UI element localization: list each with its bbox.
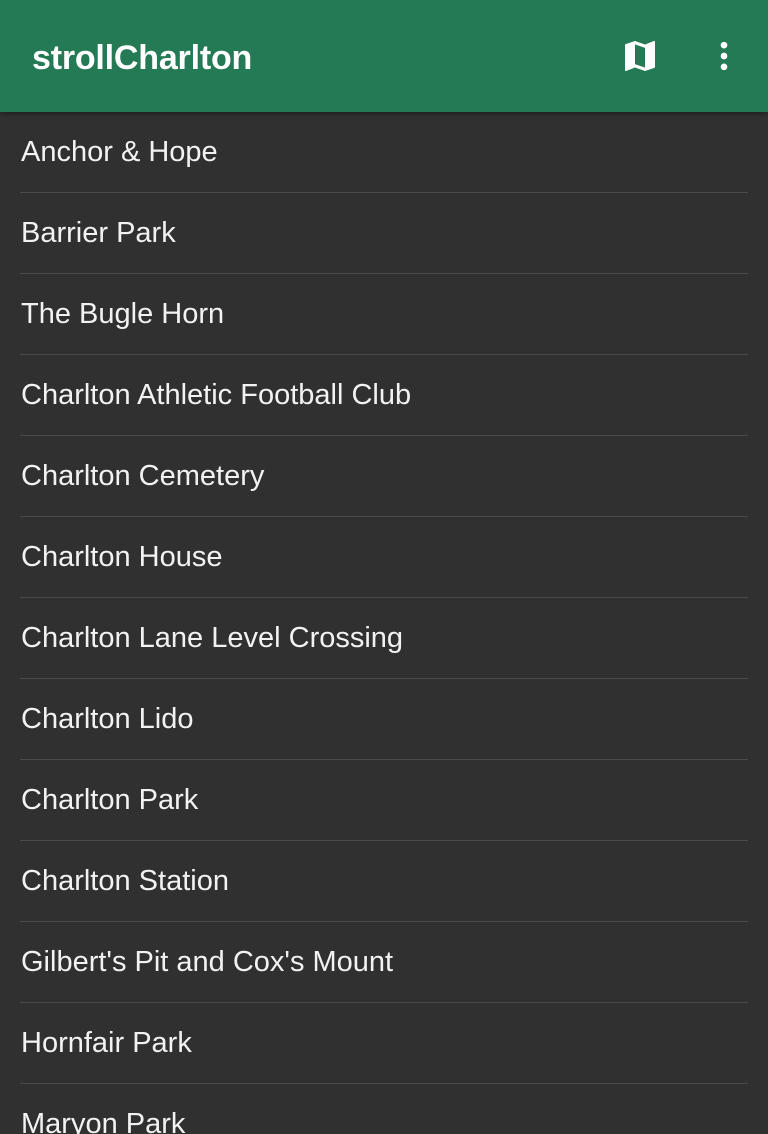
- list-item-label: Charlton Park: [21, 784, 199, 816]
- list-item-label: Anchor & Hope: [21, 136, 218, 168]
- places-list: Anchor & Hope Barrier Park The Bugle Hor…: [0, 112, 768, 1134]
- list-item[interactable]: Hornfair Park: [20, 1003, 748, 1084]
- list-item-label: Maryon Park: [21, 1108, 186, 1134]
- list-item[interactable]: Charlton Cemetery: [20, 436, 748, 517]
- map-icon: [625, 41, 655, 71]
- list-item[interactable]: Charlton Lido: [20, 679, 748, 760]
- list-item[interactable]: Anchor & Hope: [20, 112, 748, 193]
- list-item-label: Charlton Lido: [21, 703, 194, 735]
- list-item-label: Charlton House: [21, 541, 223, 573]
- list-item-label: Barrier Park: [21, 217, 176, 249]
- app-title: strollCharlton: [32, 39, 253, 77]
- more-options-button[interactable]: [696, 28, 752, 84]
- map-button[interactable]: [612, 28, 668, 84]
- list-item[interactable]: Charlton Station: [20, 841, 748, 922]
- app-bar: strollCharlton: [0, 0, 768, 112]
- list-item[interactable]: Maryon Park: [20, 1084, 748, 1134]
- list-item[interactable]: The Bugle Horn: [20, 274, 748, 355]
- list-item[interactable]: Gilbert's Pit and Cox's Mount: [20, 922, 748, 1003]
- list-item-label: Charlton Station: [21, 865, 229, 897]
- list-item-label: The Bugle Horn: [21, 298, 225, 330]
- list-item[interactable]: Charlton Park: [20, 760, 748, 841]
- list-item-label: Charlton Athletic Football Club: [21, 379, 412, 411]
- more-vert-icon: [720, 41, 728, 71]
- list-item-label: Gilbert's Pit and Cox's Mount: [21, 946, 394, 978]
- list-item-label: Hornfair Park: [21, 1027, 192, 1059]
- list-item[interactable]: Charlton Lane Level Crossing: [20, 598, 748, 679]
- list-item[interactable]: Charlton Athletic Football Club: [20, 355, 748, 436]
- list-item-label: Charlton Lane Level Crossing: [21, 622, 404, 654]
- list-item[interactable]: Barrier Park: [20, 193, 748, 274]
- list-item[interactable]: Charlton House: [20, 517, 748, 598]
- list-item-label: Charlton Cemetery: [21, 460, 265, 492]
